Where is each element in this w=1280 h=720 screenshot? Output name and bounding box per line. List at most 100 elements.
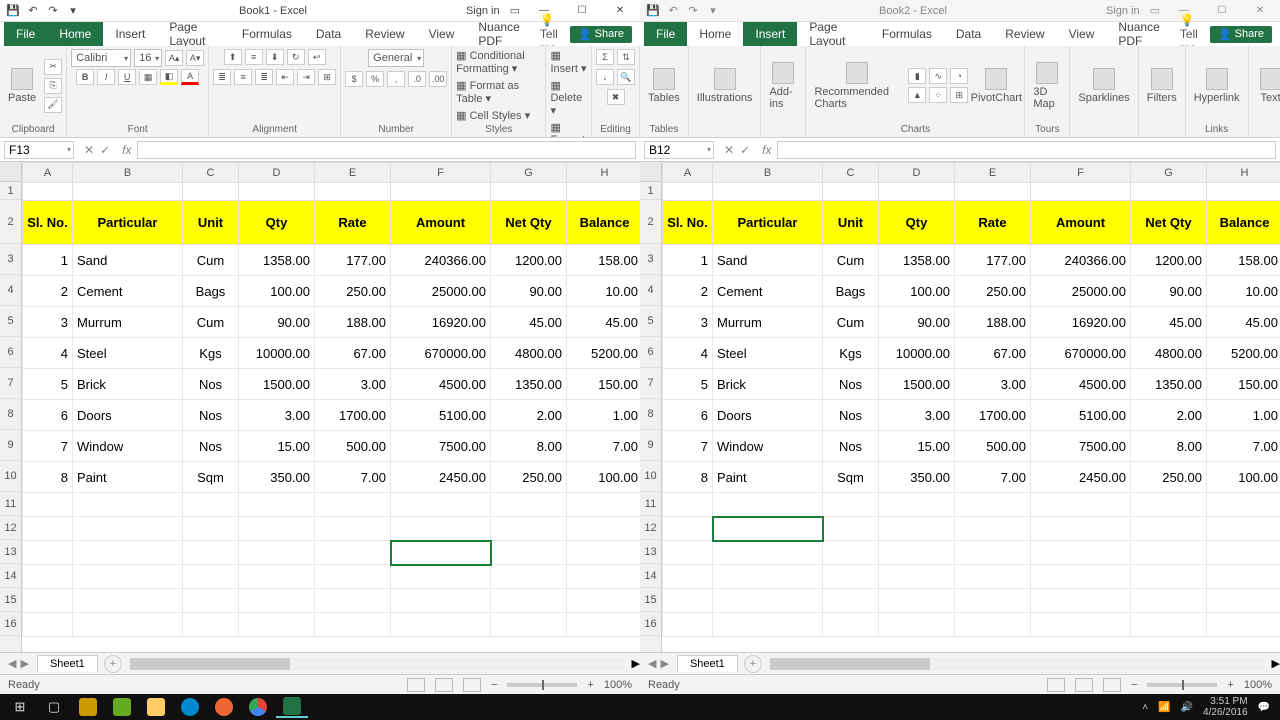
normal-view-icon[interactable] xyxy=(407,678,425,692)
header-cell[interactable]: Particular xyxy=(73,201,183,245)
cell[interactable]: 100.00 xyxy=(567,462,641,493)
cell[interactable]: 100.00 xyxy=(1207,462,1280,493)
cell[interactable] xyxy=(73,613,183,637)
orientation-icon[interactable]: ↻ xyxy=(287,49,305,65)
cell[interactable] xyxy=(823,183,879,201)
cell[interactable] xyxy=(1031,565,1131,589)
cell[interactable]: Nos xyxy=(183,369,239,400)
page-layout-view-icon[interactable] xyxy=(435,678,453,692)
cell[interactable] xyxy=(23,541,73,565)
decrease-indent-icon[interactable]: ⇤ xyxy=(276,69,294,85)
insert-cells-button[interactable]: ▦ Insert ▾ xyxy=(550,49,587,75)
merge-icon[interactable]: ⊞ xyxy=(318,69,336,85)
col-header[interactable]: G xyxy=(1131,163,1207,183)
autosum-icon[interactable]: Σ xyxy=(596,49,614,65)
cell[interactable] xyxy=(315,589,391,613)
row-header[interactable]: 15 xyxy=(0,588,21,612)
cell[interactable]: 90.00 xyxy=(239,307,315,338)
worksheet-grid-right[interactable]: 1 2 3 4 5 6 7 8 9 10 11 12 13 14 15 16 A… xyxy=(640,162,1280,652)
cell[interactable]: 1700.00 xyxy=(315,400,391,431)
network-icon[interactable]: 📶 xyxy=(1158,702,1170,713)
row-header[interactable]: 14 xyxy=(0,564,21,588)
cell[interactable]: 8 xyxy=(663,462,713,493)
fill-color-icon[interactable]: ◧ xyxy=(160,69,178,85)
file-explorer-icon[interactable] xyxy=(140,696,172,718)
cell[interactable]: 250.00 xyxy=(491,462,567,493)
zoom-level[interactable]: 100% xyxy=(1244,679,1272,691)
edge-icon[interactable] xyxy=(174,696,206,718)
cell[interactable] xyxy=(315,183,391,201)
cell[interactable]: Kgs xyxy=(183,338,239,369)
cell[interactable]: 45.00 xyxy=(1131,307,1207,338)
cell[interactable]: 7.00 xyxy=(955,462,1031,493)
cell[interactable] xyxy=(239,541,315,565)
cell[interactable]: 3 xyxy=(23,307,73,338)
cell[interactable]: Bags xyxy=(823,276,879,307)
tab-home[interactable]: Home xyxy=(47,22,103,46)
cell[interactable] xyxy=(663,613,713,637)
cell[interactable]: 1700.00 xyxy=(955,400,1031,431)
cell[interactable]: 7 xyxy=(663,431,713,462)
3d-map-button[interactable]: 3D Map xyxy=(1029,60,1065,112)
firefox-icon[interactable] xyxy=(208,696,240,718)
decrease-font-icon[interactable]: A▾ xyxy=(186,50,204,66)
cell[interactable] xyxy=(1131,493,1207,517)
new-sheet-button[interactable]: + xyxy=(104,655,122,673)
cell[interactable] xyxy=(663,493,713,517)
col-header[interactable]: G xyxy=(491,163,567,183)
cell[interactable] xyxy=(239,183,315,201)
cell[interactable]: Nos xyxy=(823,369,879,400)
delete-cells-button[interactable]: ▦ Delete ▾ xyxy=(550,79,587,117)
cell[interactable] xyxy=(955,613,1031,637)
cell[interactable]: 5 xyxy=(23,369,73,400)
row-header[interactable]: 10 xyxy=(0,461,21,492)
cell[interactable] xyxy=(823,565,879,589)
hyperlink-button[interactable]: Hyperlink xyxy=(1190,66,1244,106)
cell[interactable] xyxy=(663,589,713,613)
zoom-level[interactable]: 100% xyxy=(604,679,632,691)
col-header[interactable]: F xyxy=(391,163,491,183)
align-center-icon[interactable]: ≡ xyxy=(234,69,252,85)
text-button[interactable]: Text xyxy=(1253,66,1280,106)
increase-font-icon[interactable]: A▴ xyxy=(165,50,183,66)
cell[interactable] xyxy=(663,183,713,201)
cell[interactable]: 15.00 xyxy=(879,431,955,462)
cell[interactable]: Nos xyxy=(183,431,239,462)
row-header[interactable]: 11 xyxy=(640,492,661,516)
worksheet-grid-left[interactable]: 1 2 3 4 5 6 7 8 9 10 11 12 13 14 15 16 A… xyxy=(0,162,640,652)
cell[interactable]: 1358.00 xyxy=(879,245,955,276)
cell[interactable]: 177.00 xyxy=(315,245,391,276)
formula-input[interactable] xyxy=(137,141,636,159)
cell[interactable]: 8.00 xyxy=(1131,431,1207,462)
col-header[interactable]: D xyxy=(239,163,315,183)
cell[interactable]: 1350.00 xyxy=(491,369,567,400)
volume-icon[interactable]: 🔊 xyxy=(1181,702,1193,713)
cell[interactable]: 350.00 xyxy=(879,462,955,493)
tab-view[interactable]: View xyxy=(1057,22,1107,46)
cell[interactable] xyxy=(1031,517,1131,541)
col-header[interactable]: D xyxy=(879,163,955,183)
increase-decimal-icon[interactable]: .0 xyxy=(408,71,426,87)
tab-file[interactable]: File xyxy=(4,22,47,46)
row-header[interactable]: 7 xyxy=(0,368,21,399)
cell[interactable]: 7 xyxy=(23,431,73,462)
cell[interactable]: Cum xyxy=(823,245,879,276)
font-name-select[interactable]: Calibri xyxy=(71,49,131,67)
cell[interactable]: 7.00 xyxy=(315,462,391,493)
cell[interactable] xyxy=(1207,183,1280,201)
page-layout-view-icon[interactable] xyxy=(1075,678,1093,692)
redo-icon[interactable]: ↷ xyxy=(46,4,60,18)
cell[interactable] xyxy=(183,517,239,541)
sort-icon[interactable]: ⇅ xyxy=(617,49,635,65)
fill-icon[interactable]: ↓ xyxy=(596,69,614,85)
row-header[interactable]: 4 xyxy=(640,275,661,306)
cell[interactable] xyxy=(879,493,955,517)
cell[interactable] xyxy=(491,589,567,613)
format-painter-icon[interactable]: 🖌 xyxy=(44,97,62,113)
cell[interactable]: Bags xyxy=(183,276,239,307)
row-header[interactable]: 9 xyxy=(640,430,661,461)
row-header[interactable]: 16 xyxy=(640,612,661,636)
cell[interactable]: 4500.00 xyxy=(1031,369,1131,400)
currency-icon[interactable]: $ xyxy=(345,71,363,87)
cell[interactable]: 1350.00 xyxy=(1131,369,1207,400)
